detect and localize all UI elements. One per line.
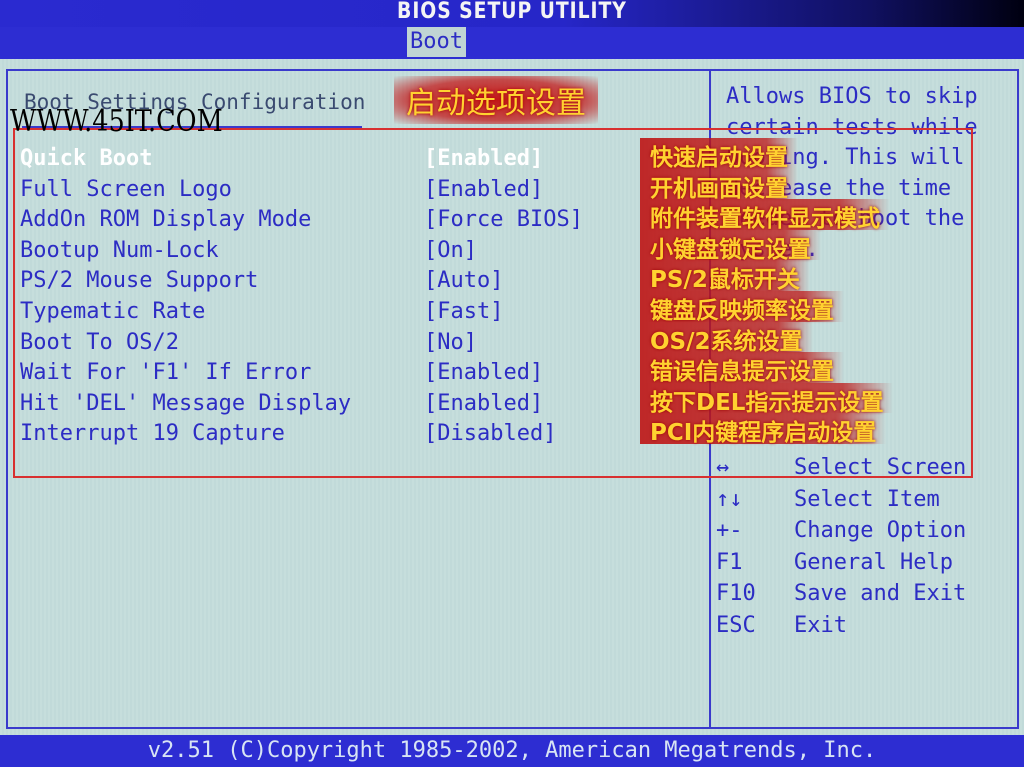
key-label: F1 [716, 549, 743, 575]
key-label: F10 [716, 581, 756, 607]
cn-annotation: 键盘反映频率设置 [640, 290, 844, 324]
cn-section-heading: 启动选项设置 [394, 76, 598, 124]
key-desc: Exit [794, 612, 847, 638]
key-desc: Save and Exit [794, 581, 967, 607]
cn-annotation: PCI内键程序启动设置 [640, 413, 887, 446]
cn-annotation: 快速启动设置 [640, 138, 798, 171]
cn-annotation: 附件装置软件显示模式 [640, 199, 890, 232]
cn-annotation: 错误信息提示设置 [640, 352, 844, 385]
key-desc: Select Screen [794, 455, 967, 480]
app-title: BIOS SETUP UTILITY [397, 0, 627, 24]
key-desc: General Help [794, 549, 953, 575]
key-label: ESC [716, 612, 756, 638]
cn-annotation: OS/2系统设置 [640, 321, 813, 355]
menu-bar: Boot [0, 27, 1024, 59]
key-desc: Change Option [794, 518, 967, 544]
copyright-text: v2.51 (C)Copyright 1985-2002, American M… [147, 738, 877, 763]
cn-annotation: 按下DEL指示提示设置 [640, 382, 894, 416]
footer-bar: v2.51 (C)Copyright 1985-2002, American M… [0, 735, 1024, 767]
up-down-arrow-icon: ↑↓ [716, 486, 743, 512]
tab-boot[interactable]: Boot [407, 27, 466, 57]
left-right-arrow-icon: ↔ [716, 455, 730, 480]
plus-minus-icon: +- [716, 518, 743, 544]
cn-annotations: 快速启动设置 开机画面设置 附件装置软件显示模式 小键盘锁定设置 PS/2鼠标开… [640, 138, 894, 446]
cn-annotation: 开机画面设置 [640, 168, 798, 202]
title-bar: BIOS SETUP UTILITY [0, 0, 1024, 27]
watermark: WWW.45IT.COM [10, 104, 223, 139]
cn-annotation: PS/2鼠标开关 [640, 260, 810, 293]
cn-annotation: 小键盘锁定设置 [640, 229, 821, 263]
key-desc: Select Item [794, 486, 940, 512]
